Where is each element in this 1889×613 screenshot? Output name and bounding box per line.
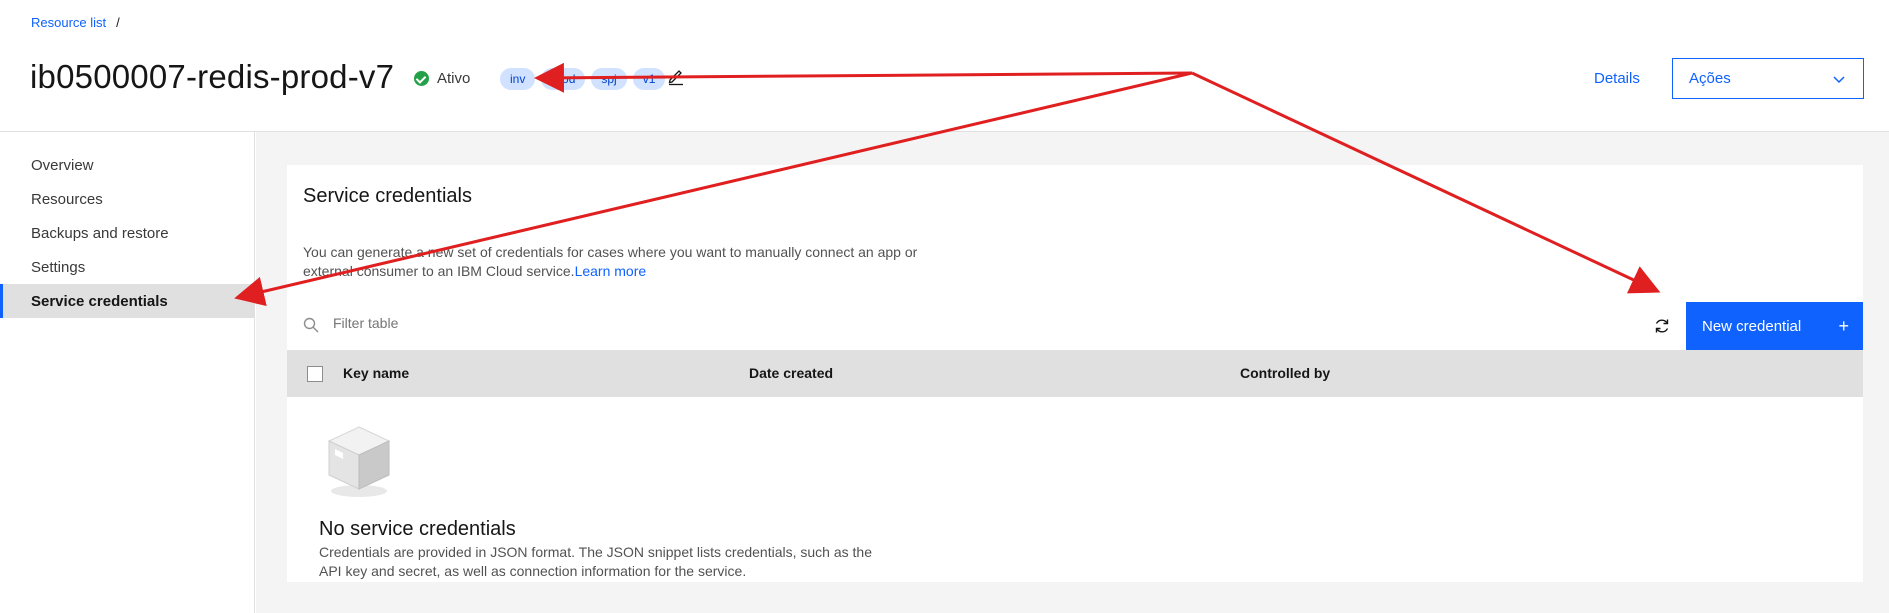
sidebar-item-settings[interactable]: Settings [0,250,254,284]
search-icon [303,317,319,333]
new-credential-button[interactable]: New credential + [1686,302,1863,350]
actions-label: Ações [1689,70,1731,87]
card-description-line2: external consumer to an IBM Cloud servic… [303,263,575,279]
card-description-line2-wrap: external consumer to an IBM Cloud servic… [303,262,983,281]
empty-state-description-line1: Credentials are provided in JSON format.… [319,544,872,560]
actions-dropdown[interactable]: Ações [1672,58,1864,99]
breadcrumb-resource-list-link[interactable]: Resource list [31,15,106,30]
empty-box-icon [327,426,391,497]
sidebar-nav: Overview Resources Backups and restore S… [0,132,255,613]
empty-state-title: No service credentials [319,518,516,540]
column-header-key-name[interactable]: Key name [343,365,409,381]
sidebar-item-resources[interactable]: Resources [0,182,254,216]
breadcrumb: Resource list / [31,15,120,30]
tag-v1[interactable]: v1 [632,68,666,90]
main-content: Service credentials You can generate a n… [256,132,1889,613]
table-toolbar: New credential + [287,302,1863,350]
empty-state-description: Credentials are provided in JSON format.… [319,543,899,581]
column-header-date-created[interactable]: Date created [749,365,833,381]
plus-icon: + [1838,315,1849,336]
chevron-down-icon [1833,75,1845,83]
table-header: Key name Date created Controlled by [287,350,1863,397]
details-link[interactable]: Details [1594,70,1640,87]
sidebar-item-overview[interactable]: Overview [0,148,254,182]
tag-list: inv prod spj v1 [500,68,666,90]
page-header: Resource list / ib0500007-redis-prod-v7 … [0,0,1889,132]
card-title: Service credentials [303,185,472,207]
status-label: Ativo [437,70,471,87]
sidebar-item-service-credentials[interactable]: Service credentials [0,284,254,318]
edit-icon[interactable] [666,66,686,86]
card-description: You can generate a new set of credential… [303,243,983,281]
status-check-icon [414,71,429,86]
column-header-controlled-by[interactable]: Controlled by [1240,365,1330,381]
learn-more-link[interactable]: Learn more [575,263,647,279]
status-indicator: Ativo [414,70,470,87]
select-all-checkbox[interactable] [307,366,323,382]
tag-prod[interactable]: prod [541,68,586,90]
filter-table-input[interactable] [333,315,733,331]
card-description-line1: You can generate a new set of credential… [303,244,918,260]
refresh-icon[interactable] [1653,317,1671,335]
tag-spj[interactable]: spj [591,68,627,90]
tag-inv[interactable]: inv [500,68,536,90]
service-credentials-card: Service credentials You can generate a n… [287,165,1863,582]
empty-state-description-line2: API key and secret, as well as connectio… [319,563,747,579]
new-credential-label: New credential [1702,317,1802,335]
breadcrumb-separator: / [116,15,120,30]
page-title: ib0500007-redis-prod-v7 [30,58,395,95]
sidebar-item-backups-and-restore[interactable]: Backups and restore [0,216,254,250]
